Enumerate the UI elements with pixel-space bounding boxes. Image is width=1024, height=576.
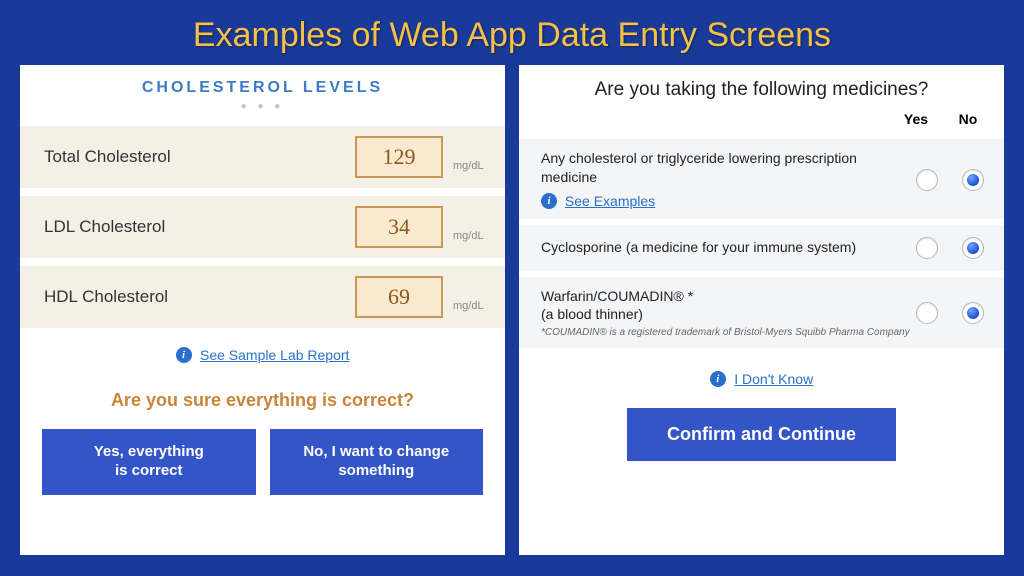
info-icon: i (176, 347, 192, 363)
cholesterol-row-total: Total Cholesterol mg/dL (20, 126, 505, 188)
confirm-button-row: Yes, everything is correct No, I want to… (20, 429, 505, 495)
unit-label: mg/dL (453, 300, 487, 318)
cholesterol-row-hdl: HDL Cholesterol mg/dL (20, 266, 505, 328)
radio-yes[interactable] (916, 169, 938, 191)
slide-title: Examples of Web App Data Entry Screens (0, 0, 1024, 65)
yes-correct-button[interactable]: Yes, everything is correct (42, 429, 256, 495)
row-label: HDL Cholesterol (44, 287, 355, 307)
column-header-no: No (954, 111, 982, 127)
radio-group (916, 302, 984, 324)
medicine-label: Any cholesterol or triglyceride lowering… (541, 150, 857, 185)
confirm-and-continue-button[interactable]: Confirm and Continue (627, 408, 896, 461)
unit-label: mg/dL (453, 160, 487, 178)
medicine-row: Any cholesterol or triglyceride lowering… (519, 139, 1004, 219)
medicines-panel: Are you taking the following medicines? … (519, 65, 1004, 555)
decorative-dots: ● ● ● (20, 101, 505, 112)
no-change-button[interactable]: No, I want to change something (270, 429, 484, 495)
panels-container: CHOLESTEROL LEVELS ● ● ● Total Cholester… (0, 65, 1024, 555)
cholesterol-row-ldl: LDL Cholesterol mg/dL (20, 196, 505, 258)
radio-no[interactable] (962, 237, 984, 259)
sample-link-row: i See Sample Lab Report (20, 346, 505, 364)
dont-know-row: i I Don't Know (519, 370, 1004, 388)
i-dont-know-link[interactable]: I Don't Know (734, 371, 813, 387)
yes-no-header: Yes No (519, 111, 1004, 133)
row-label: Total Cholesterol (44, 147, 355, 167)
radio-group (916, 237, 984, 259)
info-icon: i (710, 371, 726, 387)
see-sample-lab-report-link[interactable]: See Sample Lab Report (200, 347, 349, 363)
radio-yes[interactable] (916, 302, 938, 324)
medicine-label: Cyclosporine (a medicine for your immune… (541, 239, 856, 255)
radio-yes[interactable] (916, 237, 938, 259)
trademark-footnote: *COUMADIN® is a registered trademark of … (541, 326, 916, 340)
column-header-yes: Yes (902, 111, 930, 127)
medicine-text: Any cholesterol or triglyceride lowering… (541, 149, 916, 211)
medicines-title: Are you taking the following medicines? (519, 65, 1004, 111)
hdl-cholesterol-input[interactable] (355, 276, 443, 318)
medicine-row: Cyclosporine (a medicine for your immune… (519, 225, 1004, 271)
see-examples-link[interactable]: See Examples (565, 193, 655, 209)
unit-label: mg/dL (453, 230, 487, 248)
total-cholesterol-input[interactable] (355, 136, 443, 178)
medicine-row: Warfarin/COUMADIN® * (a blood thinner) *… (519, 277, 1004, 348)
ldl-cholesterol-input[interactable] (355, 206, 443, 248)
confirm-question: Are you sure everything is correct? (20, 390, 505, 411)
info-icon: i (541, 193, 557, 209)
cholesterol-panel: CHOLESTEROL LEVELS ● ● ● Total Cholester… (20, 65, 505, 555)
row-label: LDL Cholesterol (44, 217, 355, 237)
medicine-label: Warfarin/COUMADIN® * (a blood thinner) (541, 288, 693, 323)
medicine-text: Warfarin/COUMADIN® * (a blood thinner) *… (541, 287, 916, 340)
cholesterol-header: CHOLESTEROL LEVELS (20, 65, 505, 101)
radio-no[interactable] (962, 302, 984, 324)
medicine-text: Cyclosporine (a medicine for your immune… (541, 238, 916, 257)
radio-group (916, 169, 984, 191)
radio-no[interactable] (962, 169, 984, 191)
